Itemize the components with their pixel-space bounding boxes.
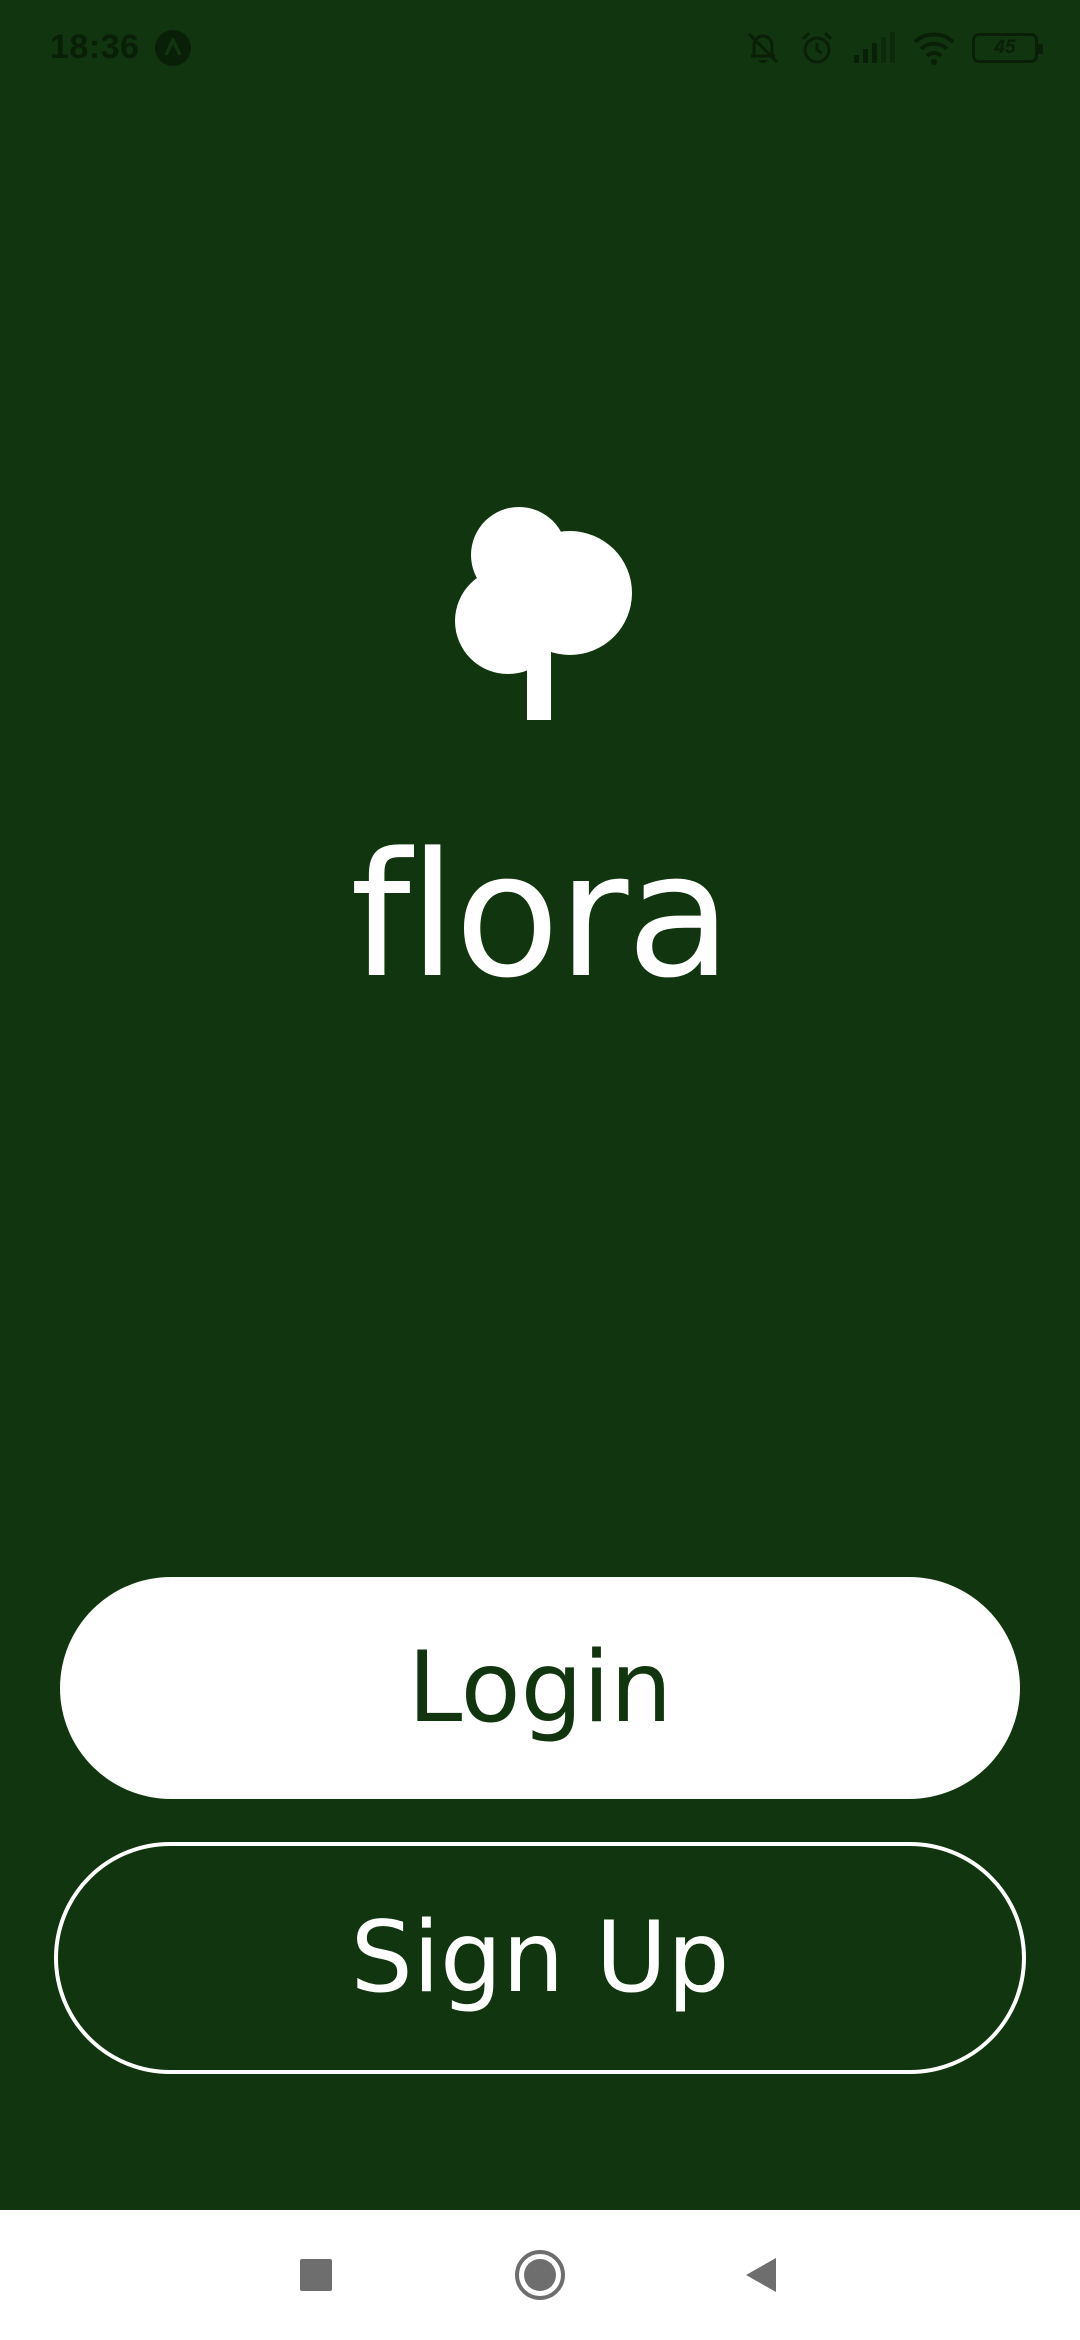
status-icons: 45 xyxy=(744,28,1043,68)
wifi-icon xyxy=(912,28,956,68)
home-icon xyxy=(515,2250,565,2300)
alarm-icon xyxy=(798,28,836,68)
app-name: flora xyxy=(350,815,732,1016)
sign-up-button-label: Sign Up xyxy=(350,1901,730,2015)
cellular-signal-icon xyxy=(852,28,896,68)
system-navigation-bar xyxy=(0,2210,1080,2340)
tree-icon xyxy=(455,507,632,720)
bell-off-icon xyxy=(744,28,782,68)
login-button-label: Login xyxy=(407,1631,673,1745)
battery-icon: 45 xyxy=(972,28,1043,68)
back-button[interactable] xyxy=(726,2240,796,2310)
welcome-screen: 18:36 45 flora Login Sign Up xyxy=(0,0,1080,2210)
home-button[interactable] xyxy=(505,2240,575,2310)
status-bar: 18:36 45 xyxy=(0,0,1080,96)
recents-icon xyxy=(300,2259,332,2291)
sign-up-button[interactable]: Sign Up xyxy=(54,1842,1026,2074)
back-icon xyxy=(746,2258,776,2292)
battery-level: 45 xyxy=(994,37,1016,58)
app-notification-icon xyxy=(155,30,191,66)
login-button[interactable]: Login xyxy=(60,1577,1020,1799)
recents-button[interactable] xyxy=(281,2240,351,2310)
status-time: 18:36 xyxy=(50,28,140,66)
